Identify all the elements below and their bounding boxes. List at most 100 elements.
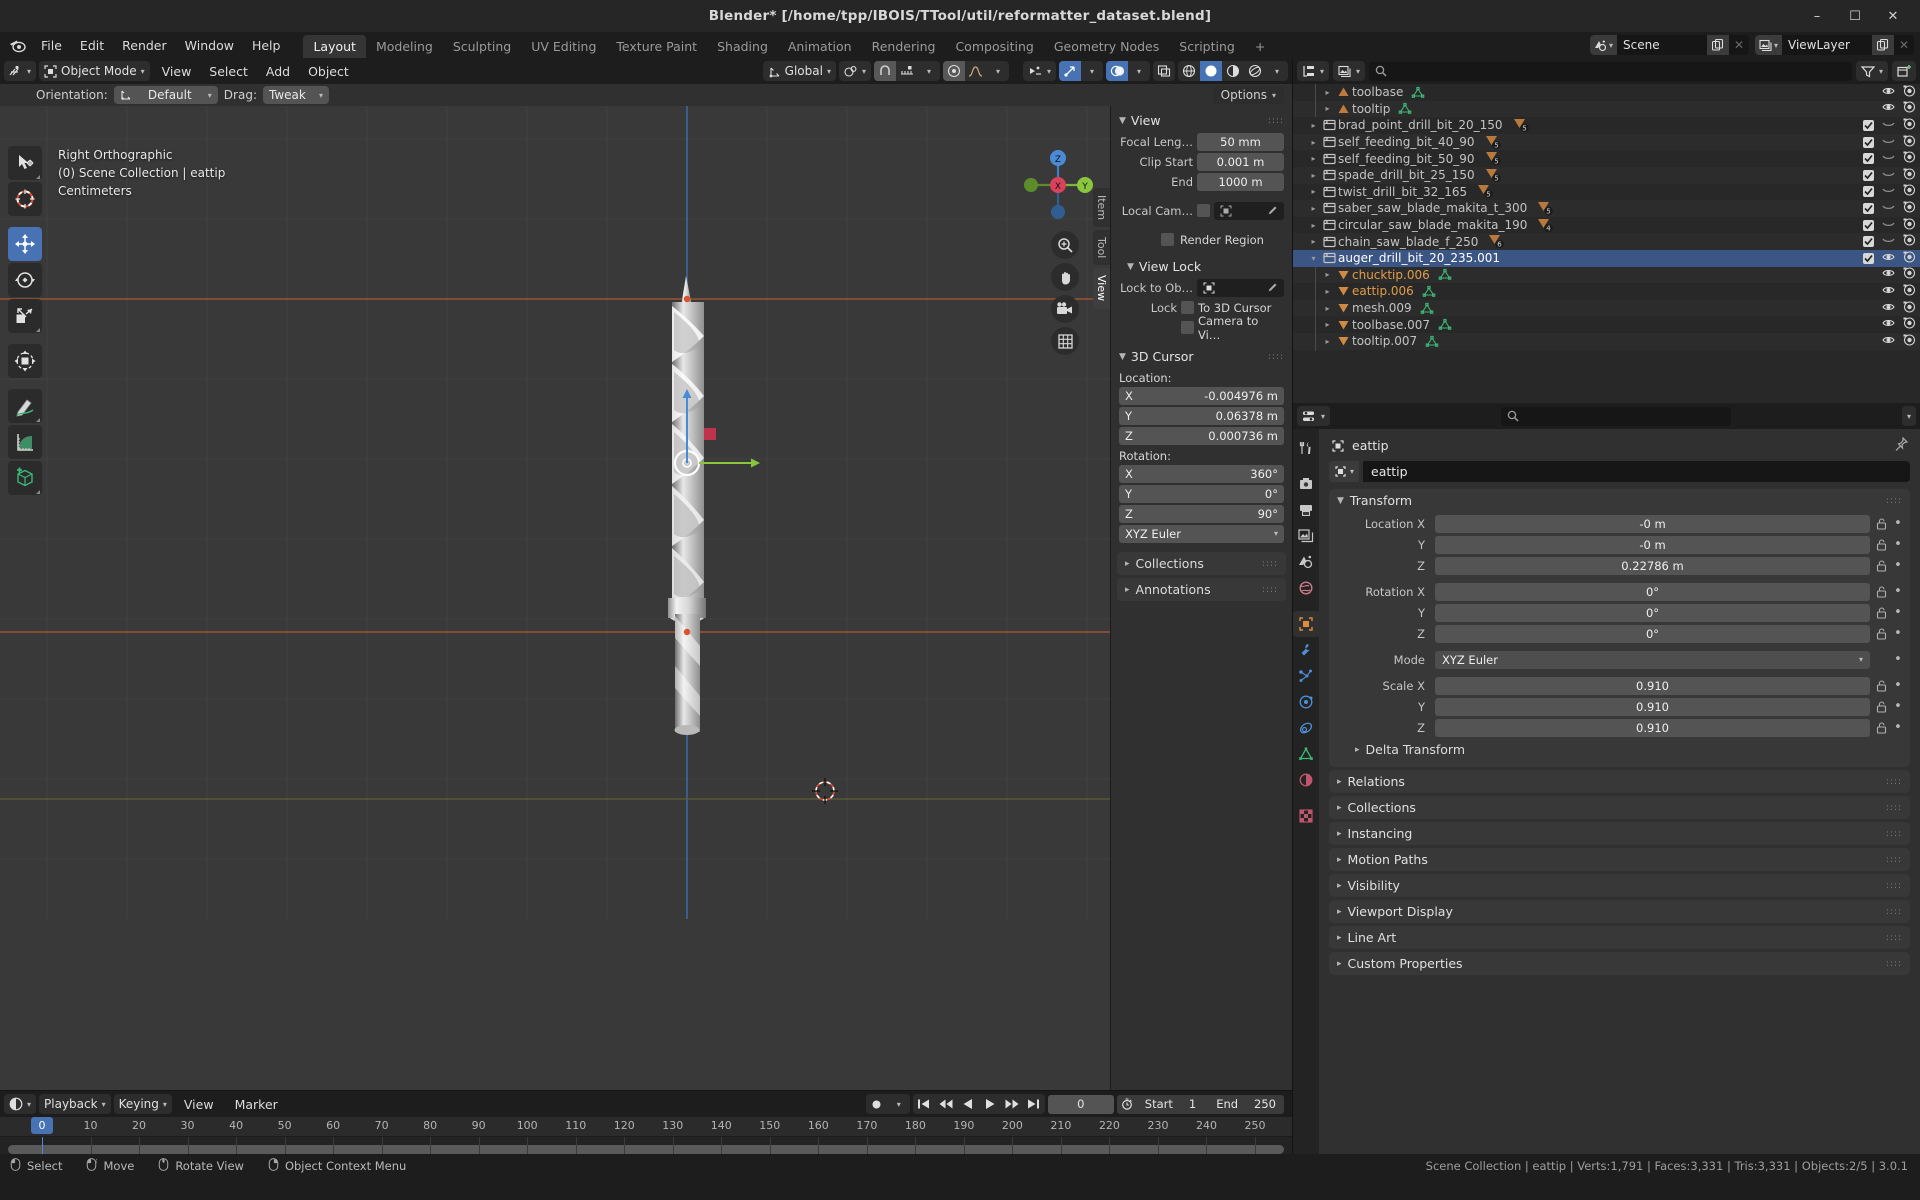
object-mode-dropdown[interactable]: Object Mode ▾ [39,61,150,81]
outliner-search-box[interactable] [1369,61,1852,81]
hide-in-viewport-icon[interactable] [1882,201,1895,216]
keying-menu[interactable]: Keying ▾ [113,1094,172,1114]
minimize-button[interactable]: – [1798,2,1836,30]
focal-length-field[interactable]: 50 mm [1197,132,1284,151]
animate-property-dot[interactable]: • [1892,605,1904,620]
location-field-0[interactable]: -0 m [1435,514,1870,533]
animate-property-dot[interactable]: • [1892,678,1904,693]
location-field-2[interactable]: 0.22786 m [1435,556,1870,575]
expand-triangle[interactable]: ▸ [1307,187,1320,196]
cursor-loc-x-field[interactable]: X -0.004976 m [1119,386,1284,405]
add-cube-tool[interactable] [8,461,42,495]
expand-triangle[interactable]: ▸ [1307,171,1320,180]
panel-header[interactable]: ▸ Motion Paths:::: [1329,848,1910,871]
disable-in-renders-icon[interactable] [1903,135,1916,150]
play-reverse-button[interactable] [957,1094,979,1114]
scale-field-0[interactable]: 0.910 [1435,676,1870,695]
hide-in-viewport-icon[interactable] [1882,284,1895,299]
transform-panel-header[interactable]: ▼ Transform :::: [1329,489,1910,512]
viewport-visibility-dropdown[interactable]: ▾ [1022,61,1056,81]
tab-constraints[interactable] [1293,715,1319,741]
jump-to-start-button[interactable] [913,1094,935,1114]
animate-property-dot[interactable]: • [1892,720,1904,735]
outliner-tree[interactable]: ▸ toolbase ▸ tooltip ▸ brad_point_drill_bit_2… [1293,84,1920,403]
editor-type-button[interactable]: ▾ [4,61,37,81]
animate-property-dot[interactable]: • [1892,516,1904,531]
npanel-panel-annotations[interactable]: ▸ Annotations:::: [1117,578,1286,601]
overlays-dropdown-icon[interactable]: ▾ [1128,61,1150,81]
animate-rotation-mode-dot[interactable]: • [1892,652,1904,667]
lock-icon[interactable] [1874,606,1888,619]
outliner-row[interactable]: ▸ toolbase [1293,84,1920,101]
outliner-row[interactable]: ▸ tooltip [1293,100,1920,118]
snap-dropdown-icon[interactable]: ▾ [918,61,940,81]
shading-dropdown-icon[interactable]: ▾ [1266,61,1288,81]
timeline-marker-menu[interactable]: Marker [226,1095,287,1114]
exclude-checkbox[interactable] [1863,236,1874,248]
tab-tool[interactable] [1293,435,1319,461]
outliner-row[interactable]: ▸ self_feeding_bit_50_90 5 [1293,150,1920,167]
viewport-menu-add[interactable]: Add [257,62,299,81]
object-count-badge[interactable]: 5 [1511,118,1531,133]
add-workspace-button[interactable]: + [1245,35,1275,58]
rendered-shading-icon[interactable] [1244,61,1266,81]
animate-property-dot[interactable]: • [1892,584,1904,599]
scene-icon[interactable]: ▾ [1589,35,1617,55]
outliner-item-name[interactable]: tooltip.007 [1352,334,1417,348]
hide-in-viewport-icon[interactable] [1882,135,1895,150]
jump-to-end-button[interactable] [1023,1094,1045,1114]
disable-in-renders-icon[interactable] [1903,317,1916,332]
hide-in-viewport-icon[interactable] [1882,301,1895,316]
proportional-edit-icon[interactable] [942,61,965,81]
drag-dropdown[interactable]: Tweak ▾ [262,86,329,104]
transform-orientation-dropdown[interactable]: Global ▾ [762,61,836,81]
timeline-view-menu[interactable]: View [175,1095,223,1114]
lock-icon[interactable] [1874,700,1888,713]
gizmo-dropdown-icon[interactable]: ▾ [1081,61,1103,81]
timeline-playhead[interactable]: 0 [31,1117,53,1134]
npanel-tab-tool[interactable]: Tool [1093,230,1110,266]
hide-in-viewport-icon[interactable] [1882,317,1895,332]
disable-in-renders-icon[interactable] [1903,85,1916,100]
timeline-body[interactable] [0,1137,1292,1155]
outliner-row[interactable]: ▸ self_feeding_bit_40_90 5 [1293,133,1920,151]
viewlayer-selector[interactable]: ▾ ViewLayer ✕ [1754,35,1914,55]
tab-object[interactable] [1293,611,1319,637]
play-button[interactable] [979,1094,1001,1114]
material-shading-icon[interactable] [1222,61,1244,81]
scale-field-1[interactable]: 0.910 [1435,697,1870,716]
property-panel-motion-paths[interactable]: ▸ Motion Paths:::: [1329,848,1910,871]
timeline-scrollbar[interactable] [8,1145,1284,1154]
outliner-item-name[interactable]: tooltip [1352,102,1390,116]
property-panel-instancing[interactable]: ▸ Instancing:::: [1329,822,1910,845]
workspace-tab-scripting[interactable]: Scripting [1169,35,1245,58]
lock-icon[interactable] [1874,585,1888,598]
lock-to-object-field[interactable] [1197,278,1284,297]
menu-file[interactable]: File [32,35,71,56]
workspace-tab-geometry-nodes[interactable]: Geometry Nodes [1044,35,1169,58]
workspace-tab-compositing[interactable]: Compositing [945,35,1043,58]
pin-icon[interactable] [1894,436,1909,454]
hide-in-viewport-icon[interactable] [1882,234,1895,249]
animate-property-dot[interactable]: • [1892,537,1904,552]
animate-property-dot[interactable]: • [1892,558,1904,573]
property-panel-visibility[interactable]: ▸ Visibility:::: [1329,874,1910,897]
exclude-checkbox[interactable] [1863,119,1874,131]
move-tool[interactable] [8,227,42,261]
disable-in-renders-icon[interactable] [1903,217,1916,233]
disable-in-renders-icon[interactable] [1903,168,1916,183]
menu-edit[interactable]: Edit [71,35,113,56]
outliner-item-name[interactable]: eattip.006 [1352,284,1414,298]
disable-in-renders-icon[interactable] [1903,334,1916,349]
playback-menu[interactable]: Playback ▾ [39,1094,111,1114]
hide-in-viewport-icon[interactable] [1882,334,1895,349]
expand-triangle[interactable]: ▸ [1307,121,1320,130]
hide-in-viewport-icon[interactable] [1882,151,1895,166]
lock-icon[interactable] [1874,559,1888,572]
current-frame-field[interactable]: 0 [1047,1094,1114,1114]
lock-icon[interactable] [1874,517,1888,530]
exclude-checkbox[interactable] [1863,169,1874,181]
outliner-row[interactable]: ▸ twist_drill_bit_32_165 5 [1293,184,1920,201]
outliner-display-mode-button[interactable]: ▾ [1333,61,1366,81]
object-count-badge[interactable]: 5 [1535,201,1555,216]
